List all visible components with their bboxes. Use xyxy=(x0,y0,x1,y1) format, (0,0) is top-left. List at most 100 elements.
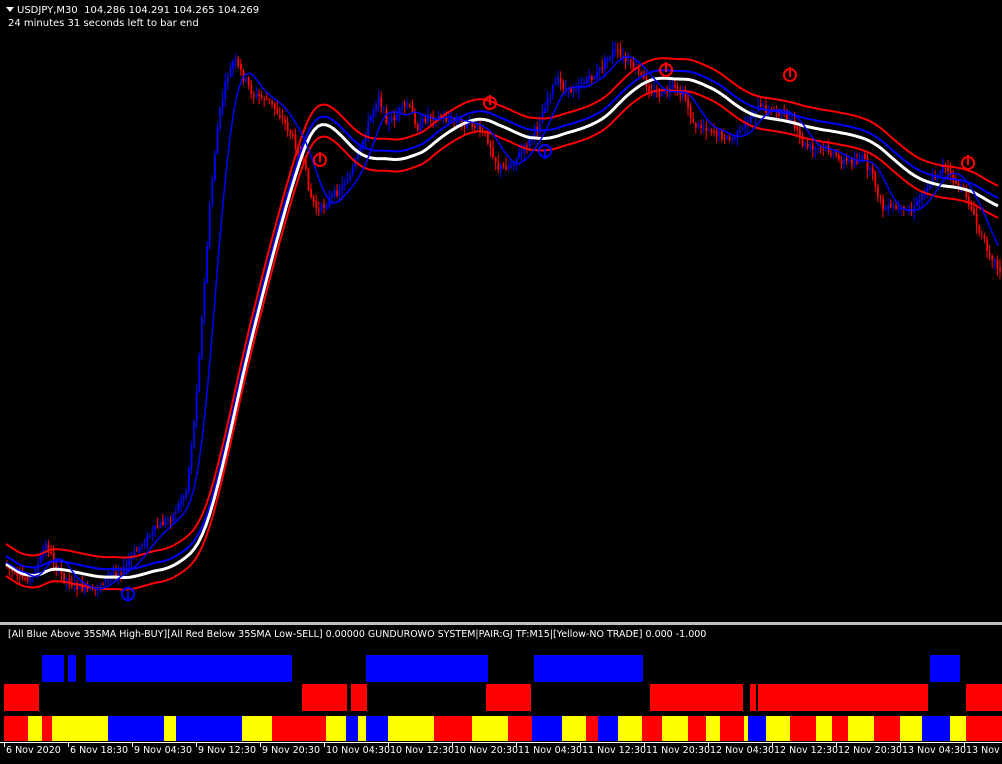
candle-body xyxy=(983,236,986,239)
candle-body xyxy=(476,125,479,127)
candle-body xyxy=(978,225,981,233)
candle-body xyxy=(949,170,952,173)
candle-body xyxy=(832,152,835,154)
candle-body xyxy=(684,93,687,100)
candle-body xyxy=(705,127,708,132)
chart-header: USDJPY,M30 104.286 104.291 104.265 104.2… xyxy=(6,5,259,16)
trend-state-bar xyxy=(346,716,358,741)
candle-body xyxy=(292,134,294,136)
candle-body xyxy=(50,551,52,554)
candle-body xyxy=(536,127,539,130)
candle-body xyxy=(596,71,598,78)
indicator-panel[interactable]: [All Blue Above 35SMA High-BUY][All Red … xyxy=(0,625,1002,742)
candle-body xyxy=(799,128,801,137)
time-label: 6 Nov 18:30 xyxy=(70,745,129,756)
candle-body xyxy=(370,116,372,121)
sell-zone-bar xyxy=(4,684,39,711)
candle-body xyxy=(973,208,975,215)
trend-state-bar xyxy=(42,716,52,741)
candle-body xyxy=(513,164,515,166)
candle-body xyxy=(333,189,336,196)
trend-state-bar xyxy=(748,716,766,741)
candle-body xyxy=(156,525,159,528)
trend-state-bar xyxy=(358,716,366,741)
candle-body xyxy=(593,76,596,79)
candle-body xyxy=(177,503,180,512)
sell-zone-bar xyxy=(966,684,1002,711)
time-tick xyxy=(324,743,325,747)
price-chart[interactable]: USDJPY,M30 104.286 104.291 104.265 104.2… xyxy=(0,0,1002,622)
candle-body xyxy=(193,420,195,447)
time-label: 10 Nov 04:30 xyxy=(326,745,391,756)
candle-body xyxy=(258,94,260,97)
candle-body xyxy=(19,575,21,577)
candles xyxy=(6,41,1001,598)
candle-body xyxy=(617,49,619,51)
candle-body xyxy=(695,123,697,128)
candle-body xyxy=(37,563,39,574)
candle-body xyxy=(817,148,819,150)
trend-state-bar xyxy=(720,716,744,741)
time-tick xyxy=(260,743,261,747)
candle-body xyxy=(323,204,325,208)
candle-body xyxy=(744,124,747,128)
candle-body xyxy=(796,126,799,130)
candle-body xyxy=(557,76,559,85)
candle-body xyxy=(216,127,219,154)
candle-body xyxy=(877,186,879,197)
candle-body xyxy=(245,79,247,81)
candle-body xyxy=(505,165,507,170)
time-label: 9 Nov 04:30 xyxy=(134,745,193,756)
candle-body xyxy=(583,82,585,85)
candle-body xyxy=(614,48,617,51)
candle-body xyxy=(609,57,611,60)
candle-body xyxy=(362,141,364,147)
time-label: 10 Nov 12:30 xyxy=(390,745,455,756)
trend-state-bar xyxy=(586,716,598,741)
candle-body xyxy=(110,573,112,575)
candle-body xyxy=(234,59,237,63)
trend-state-bar xyxy=(598,716,618,741)
time-label: 12 Nov 04:30 xyxy=(710,745,775,756)
time-tick xyxy=(516,743,517,747)
candle-body xyxy=(526,145,528,147)
candle-body xyxy=(710,130,713,133)
candle-body xyxy=(708,129,710,131)
trend-state-bar xyxy=(662,716,688,741)
candle-body xyxy=(117,573,120,577)
trend-state-bar xyxy=(176,716,242,741)
trend-state-bar xyxy=(874,716,900,741)
candle-body xyxy=(500,165,502,170)
candle-body xyxy=(198,356,201,392)
sell-zone-bar xyxy=(302,684,347,711)
candle-body xyxy=(723,138,726,141)
candle-body xyxy=(890,204,892,207)
candle-body xyxy=(749,117,752,123)
candle-body xyxy=(515,158,518,166)
candle-body xyxy=(552,85,554,95)
collapse-triangle-icon[interactable] xyxy=(6,7,14,12)
candle-body xyxy=(414,112,416,125)
ma-center-line xyxy=(5,76,999,579)
candle-body xyxy=(203,281,206,317)
candle-body xyxy=(320,204,323,211)
ma-low-line xyxy=(5,69,999,571)
candle-body xyxy=(700,125,702,128)
candle-body xyxy=(247,77,250,86)
candle-body xyxy=(383,107,385,109)
candle-body xyxy=(630,60,632,62)
trend-state-bar xyxy=(900,716,922,741)
candle-body xyxy=(253,95,255,97)
candle-body xyxy=(315,200,318,209)
candle-body xyxy=(588,74,591,80)
candle-body xyxy=(396,114,398,120)
candle-body xyxy=(702,127,705,129)
candle-body xyxy=(102,583,104,585)
candle-body xyxy=(162,521,164,525)
candle-body xyxy=(276,108,279,114)
trend-state-bar xyxy=(28,716,42,741)
time-label: 11 Nov 04:30 xyxy=(518,745,583,756)
candle-body xyxy=(606,58,609,61)
candle-body xyxy=(601,66,604,69)
candle-body xyxy=(812,145,814,149)
